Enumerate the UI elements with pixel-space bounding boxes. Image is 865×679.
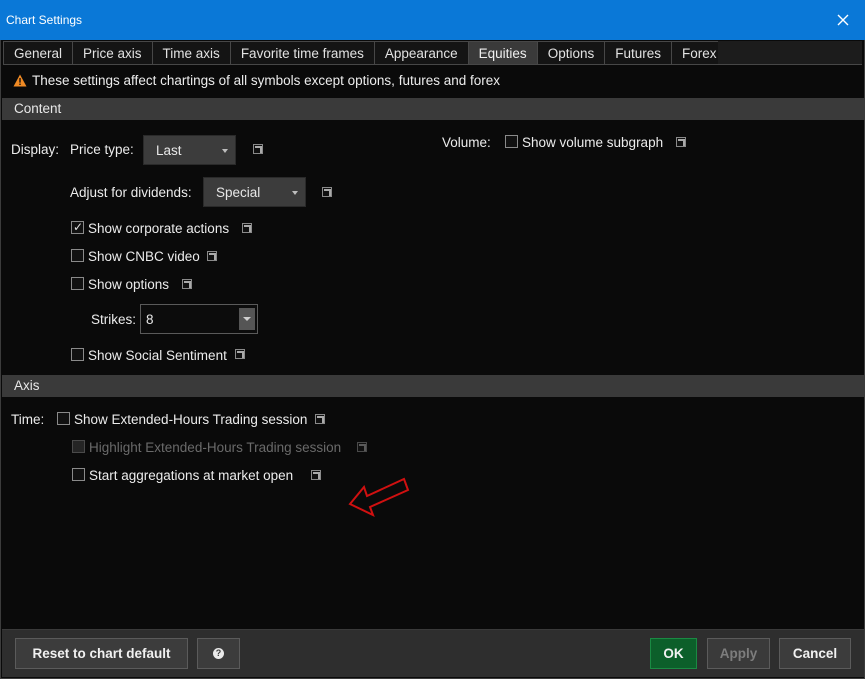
show-options-label: Show options (88, 277, 170, 292)
tab-futures[interactable]: Futures (604, 41, 671, 65)
show-extended-hours-label: Show Extended-Hours Trading session (74, 412, 308, 427)
reset-to-chart-default-button[interactable]: Reset to chart default (15, 638, 188, 669)
popout-icon[interactable] (242, 223, 252, 233)
dialog-footer: Reset to chart default ? OK Apply Cancel (2, 629, 864, 677)
popout-icon[interactable] (311, 470, 321, 480)
settings-notice: These settings affect chartings of all s… (13, 73, 500, 88)
show-social-sentiment-checkbox[interactable] (71, 348, 84, 361)
highlight-extended-hours-label: Highlight Extended-Hours Trading session (89, 440, 342, 455)
chevron-down-icon (222, 149, 228, 153)
popout-icon[interactable] (182, 279, 192, 289)
axis-section-header: Axis (2, 375, 864, 397)
help-icon: ? (213, 648, 224, 659)
tab-bar-filler (718, 41, 862, 65)
show-social-sentiment-label: Show Social Sentiment (88, 348, 227, 363)
window-title: Chart Settings (6, 13, 83, 27)
strikes-spinner[interactable]: 8 (140, 304, 258, 334)
adjust-dividends-value: Special (216, 185, 261, 200)
chevron-down-icon (292, 191, 298, 195)
ok-button[interactable]: OK (650, 638, 697, 669)
time-label: Time: (11, 412, 45, 427)
cancel-button[interactable]: Cancel (779, 638, 851, 669)
show-cnbc-video-label: Show CNBC video (88, 249, 200, 264)
show-volume-subgraph-checkbox[interactable] (505, 135, 518, 148)
popout-icon (357, 442, 367, 452)
popout-icon[interactable] (322, 187, 332, 197)
tab-equities[interactable]: Equities (467, 41, 537, 65)
checkmark-icon: ✓ (73, 220, 84, 234)
show-corporate-actions-checkbox[interactable]: ✓ (71, 221, 84, 234)
show-options-checkbox[interactable] (71, 277, 84, 290)
adjust-dividends-label: Adjust for dividends: (70, 185, 192, 200)
close-icon-glyph (837, 14, 849, 26)
popout-icon[interactable] (207, 251, 217, 261)
strikes-value: 8 (146, 312, 154, 327)
chevron-down-icon (243, 317, 251, 321)
tab-general[interactable]: General (3, 41, 73, 65)
volume-label: Volume: (442, 135, 491, 150)
content-section-header: Content (2, 98, 864, 120)
close-icon[interactable] (831, 8, 855, 32)
popout-icon[interactable] (676, 137, 686, 147)
price-type-dropdown[interactable]: Last (143, 135, 236, 165)
show-extended-hours-checkbox[interactable] (57, 412, 70, 425)
popout-icon[interactable] (253, 144, 263, 154)
tab-options[interactable]: Options (536, 41, 605, 65)
price-type-label: Price type: (70, 142, 134, 157)
popout-icon[interactable] (315, 414, 325, 424)
start-aggregations-checkbox[interactable] (72, 468, 85, 481)
tab-favorite-time-frames[interactable]: Favorite time frames (229, 41, 374, 65)
title-bar: Chart Settings (0, 0, 865, 40)
warning-icon (13, 74, 27, 87)
annotation-arrow-icon (348, 477, 410, 517)
price-type-value: Last (156, 143, 182, 158)
show-volume-subgraph-label: Show volume subgraph (522, 135, 664, 150)
tab-time-axis[interactable]: Time axis (151, 41, 230, 65)
show-cnbc-video-checkbox[interactable] (71, 249, 84, 262)
popout-icon[interactable] (235, 349, 245, 359)
dialog-body: General Price axis Time axis Favorite ti… (0, 40, 865, 679)
tab-bar: General Price axis Time axis Favorite ti… (3, 41, 728, 65)
strikes-label: Strikes: (91, 312, 137, 327)
apply-button: Apply (707, 638, 770, 669)
adjust-dividends-dropdown[interactable]: Special (203, 177, 306, 207)
tab-price-axis[interactable]: Price axis (72, 41, 152, 65)
highlight-extended-hours-checkbox (72, 440, 85, 453)
notice-text: These settings affect chartings of all s… (32, 73, 500, 88)
start-aggregations-label: Start aggregations at market open (89, 468, 294, 483)
strikes-dropdown-button[interactable] (239, 308, 255, 330)
show-corporate-actions-label: Show corporate actions (88, 221, 230, 236)
tab-appearance[interactable]: Appearance (373, 41, 468, 65)
display-label: Display: (11, 142, 60, 157)
help-button[interactable]: ? (197, 638, 240, 669)
